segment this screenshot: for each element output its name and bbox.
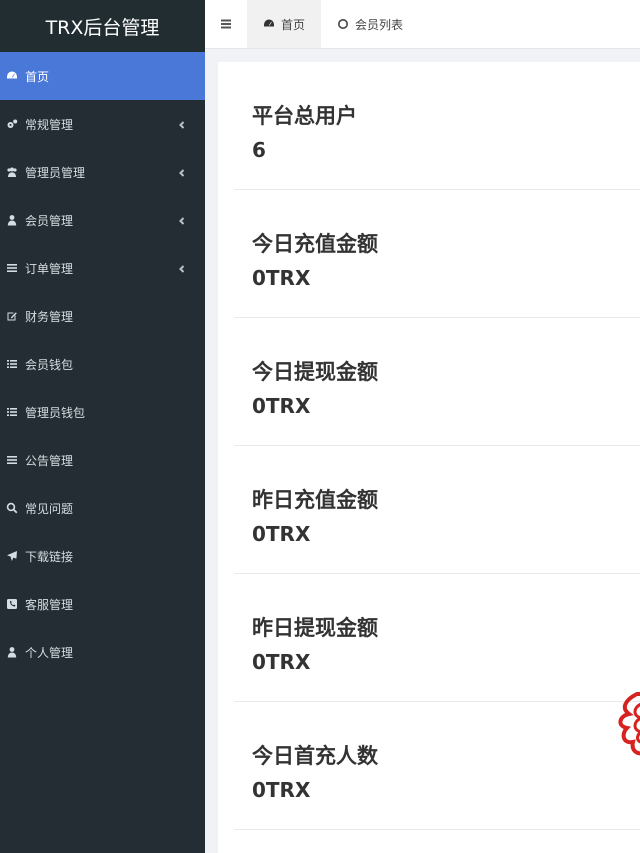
sidebar-menu: 首页常规管理管理员管理会员管理订单管理财务管理会员钱包管理员钱包公告管理常见问题… [0, 52, 205, 676]
chevron-left-icon [177, 263, 187, 273]
sidebar-item-9[interactable]: 常见问题 [0, 484, 205, 532]
stat-label: 平台总用户 [252, 104, 357, 128]
stat-value: 0TRX [252, 522, 311, 546]
user-icon [6, 646, 18, 658]
stat-value: 0TRX [252, 650, 311, 674]
dashboard-content: 平台总用户 6 今日充值金额 0TRX 今日提现金额 0TRX 昨日充值金额 0TRX 昨日提现… [218, 62, 640, 853]
chevron-left-icon [177, 215, 187, 225]
plane-icon [6, 550, 18, 562]
chevron-left-icon [177, 167, 187, 177]
menu-toggle-button[interactable] [205, 0, 247, 48]
sidebar-item-label: 公告管理 [25, 453, 74, 468]
tab-label: 首页 [281, 17, 306, 32]
stat-value: 0TRX [252, 394, 311, 418]
sidebar-item-label: 财务管理 [25, 309, 74, 324]
users-icon [6, 166, 18, 178]
cogs-icon [6, 118, 18, 130]
sidebar-item-5[interactable]: 财务管理 [0, 292, 205, 340]
sidebar-item-label: 管理员管理 [25, 165, 86, 180]
sidebar-item-0[interactable]: 首页 [0, 52, 205, 100]
sidebar: TRX后台管理 首页常规管理管理员管理会员管理订单管理财务管理会员钱包管理员钱包… [0, 0, 205, 853]
stat-label: 昨日充值金额 [252, 488, 378, 512]
stat-label: 今日充值金额 [252, 232, 378, 256]
sidebar-item-label: 个人管理 [25, 645, 74, 660]
stat-card: 平台总用户 6 [234, 62, 640, 190]
stat-card: 昨日充值金额 0TRX [234, 446, 640, 574]
sidebar-item-label: 管理员钱包 [25, 405, 86, 420]
sidebar-item-10[interactable]: 下载链接 [0, 532, 205, 580]
search-icon [6, 502, 18, 514]
sidebar-item-6[interactable]: 会员钱包 [0, 340, 205, 388]
dashboard-icon [263, 18, 275, 30]
stat-label: 今日首充人数 [252, 744, 378, 768]
top-bar: 首页 会员列表 [205, 0, 640, 49]
tab-bar: 首页 会员列表 [247, 0, 419, 48]
sidebar-item-label: 订单管理 [25, 261, 74, 276]
stat-card: 今日充值金额 0TRX [234, 190, 640, 318]
watermark-logo-icon [618, 692, 640, 756]
tab-0[interactable]: 首页 [247, 0, 322, 48]
sidebar-item-2[interactable]: 管理员管理 [0, 148, 205, 196]
bars-icon [6, 454, 18, 466]
dashboard-icon [6, 70, 18, 82]
app-title: TRX后台管理 [0, 0, 205, 52]
stat-label: 今日提现金额 [252, 360, 378, 384]
sidebar-item-label: 常见问题 [25, 501, 74, 516]
stat-card: 昨日提现金额 0TRX [234, 574, 640, 702]
tab-1[interactable]: 会员列表 [321, 0, 419, 48]
sidebar-item-12[interactable]: 个人管理 [0, 628, 205, 676]
stat-value: 0TRX [252, 778, 311, 802]
sidebar-item-11[interactable]: 客服管理 [0, 580, 205, 628]
sidebar-item-label: 常规管理 [25, 117, 74, 132]
sidebar-item-7[interactable]: 管理员钱包 [0, 388, 205, 436]
sidebar-item-1[interactable]: 常规管理 [0, 100, 205, 148]
tab-label: 会员列表 [355, 17, 404, 32]
hamburger-icon [221, 19, 231, 29]
phone-icon [6, 598, 18, 610]
bars-icon [6, 262, 18, 274]
list-icon [6, 358, 18, 370]
edit-icon [6, 310, 18, 322]
stat-label: 昨日提现金额 [252, 616, 378, 640]
user-icon [6, 214, 18, 226]
stat-card: 今日首充人数 0TRX [234, 702, 640, 830]
sidebar-item-label: 会员管理 [25, 213, 74, 228]
sidebar-item-label: 首页 [25, 69, 50, 84]
sidebar-item-label: 会员钱包 [25, 357, 74, 372]
sidebar-item-label: 下载链接 [25, 549, 74, 564]
stat-card: 今日提现金额 0TRX [234, 318, 640, 446]
chevron-left-icon [177, 119, 187, 129]
sidebar-item-8[interactable]: 公告管理 [0, 436, 205, 484]
stat-value: 6 [252, 138, 266, 162]
list-icon [6, 406, 18, 418]
stat-value: 0TRX [252, 266, 311, 290]
sidebar-item-label: 客服管理 [25, 597, 74, 612]
circle-icon [337, 18, 349, 30]
sidebar-item-3[interactable]: 会员管理 [0, 196, 205, 244]
sidebar-item-4[interactable]: 订单管理 [0, 244, 205, 292]
